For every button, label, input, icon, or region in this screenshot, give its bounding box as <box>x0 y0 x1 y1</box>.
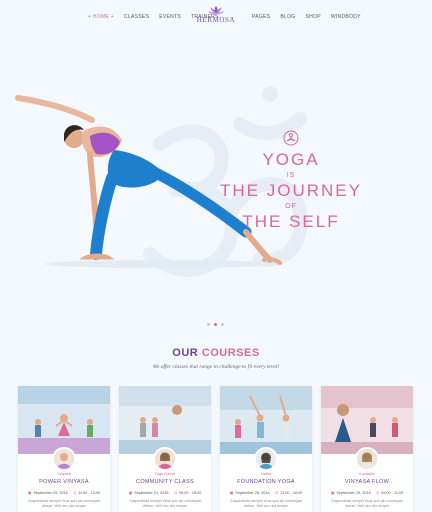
course-photo <box>321 386 413 454</box>
course-time-text: 13:00 - 16:00 <box>279 491 303 495</box>
course-category: Yoga Dance <box>154 472 176 476</box>
hero-slider: YOGA IS THE JOURNEY OF THE SELF <box>0 34 432 334</box>
calendar-icon: ▣ <box>27 491 32 495</box>
course-date: ▣ September 29, 2016 <box>331 490 371 495</box>
course-card[interactable]: Vinyasa POWER VINYASA ▣ September 29, 201… <box>18 386 110 512</box>
clock-icon: ◷ <box>274 491 278 495</box>
course-title[interactable]: COMMUNITY CLASS <box>119 479 211 485</box>
slider-dot[interactable] <box>207 323 210 326</box>
nav-home[interactable]: + HOME + <box>88 14 114 20</box>
clock-icon: ◷ <box>72 491 77 495</box>
clock-icon: ◷ <box>375 491 380 495</box>
courses-heading-our: OUR <box>172 347 199 359</box>
course-title[interactable]: POWER VINYASA <box>18 479 110 485</box>
course-description: Suspendisse semper risus quis lph conseq… <box>28 499 100 508</box>
course-time: ◷ 13:00 - 16:00 <box>275 490 303 495</box>
course-time: ◷ 09:00 - 11:00 <box>376 490 403 495</box>
nav-windbody[interactable]: WINDBODY <box>331 14 361 20</box>
headline-self: THE SELF <box>242 212 340 231</box>
nav-blog[interactable]: BLOG <box>280 14 295 20</box>
course-meta: ▣ September 29, 2016 ◷ 09:00 - 11:00 <box>321 490 413 495</box>
instructor-avatar <box>254 447 278 471</box>
course-description: Suspendisse semper risus quis lph conseq… <box>129 499 201 508</box>
site-logo[interactable]: HERMOSA <box>196 6 236 24</box>
clock-icon: ◷ <box>173 491 177 495</box>
calendar-icon: ▣ <box>330 491 335 495</box>
courses-subtitle: We offer classes that range in challenge… <box>152 364 280 370</box>
instructor-avatar <box>355 447 379 471</box>
course-date-text: September 29, 2016 <box>336 491 371 495</box>
headline-of: OF <box>285 203 297 210</box>
course-card[interactable]: Hatha FOUNDATION YOGA ▣ September 28, 201… <box>220 386 312 512</box>
headline-journey: THE JOURNEY <box>220 181 362 200</box>
logo-text: HERMOSA <box>196 16 236 24</box>
nav-shop[interactable]: SHOP <box>305 14 320 20</box>
course-date: ▣ September 28, 2016 <box>230 490 270 495</box>
course-photo <box>220 386 312 454</box>
instructor-avatar <box>153 447 177 471</box>
course-date-text: September 21, 2016 <box>134 491 169 495</box>
course-date: ▣ September 21, 2016 <box>129 490 169 495</box>
headline-is: IS <box>286 172 296 179</box>
lotus-icon <box>208 6 224 15</box>
course-meta: ▣ September 29, 2016 ◷ 11:00 - 13:00 <box>18 490 110 495</box>
course-title[interactable]: FOUNDATION YOGA <box>220 479 312 485</box>
course-time-text: 09:00 - 15:00 <box>178 491 202 495</box>
course-meta: ▣ September 28, 2016 ◷ 13:00 - 16:00 <box>220 490 312 495</box>
slider-dot[interactable] <box>221 323 224 326</box>
course-title[interactable]: VINYASA FLOW <box>321 479 413 485</box>
course-description: Suspendisse semper risus quis lph conseq… <box>331 499 403 508</box>
courses-heading-courses: COURSES <box>201 347 260 359</box>
nav-pages[interactable]: PAGES <box>252 14 270 20</box>
course-card[interactable]: Kundalini VINYASA FLOW ▣ September 29, 20… <box>321 386 413 512</box>
course-date: ▣ September 29, 2016 <box>28 490 68 495</box>
course-time: ◷ 11:00 - 13:00 <box>73 490 100 495</box>
slider-dots <box>207 323 224 326</box>
course-time: ◷ 09:00 - 15:00 <box>174 490 202 495</box>
course-card[interactable]: Yoga Dance COMMUNITY CLASS ▣ September 21… <box>119 386 211 512</box>
calendar-icon: ▣ <box>229 491 234 495</box>
course-photo <box>18 386 110 454</box>
course-time-text: 09:00 - 11:00 <box>381 491 404 495</box>
headline-yoga: YOGA <box>262 150 320 169</box>
course-cards: Vinyasa POWER VINYASA ▣ September 29, 201… <box>18 386 414 512</box>
hero-headline: YOGA IS THE JOURNEY OF THE SELF <box>210 130 372 232</box>
nav-right-group: PAGES BLOG SHOP WINDBODY <box>252 14 361 20</box>
main-nav: + HOME + CLASSES EVENTS TRAINERS HERMOSA… <box>0 0 432 34</box>
nav-classes[interactable]: CLASSES <box>124 14 149 20</box>
meditation-icon <box>283 130 299 146</box>
course-category: Hatha <box>260 472 272 476</box>
course-time-text: 11:00 - 13:00 <box>78 491 101 495</box>
course-date-text: September 28, 2016 <box>235 491 270 495</box>
course-category: Vinyasa <box>57 472 71 476</box>
slider-dot-active[interactable] <box>214 323 217 326</box>
course-category: Kundalini <box>359 472 375 476</box>
course-date-text: September 29, 2016 <box>33 491 68 495</box>
course-description: Suspendisse semper risus quis lph conseq… <box>230 499 302 508</box>
nav-events[interactable]: EVENTS <box>159 14 181 20</box>
calendar-icon: ▣ <box>128 491 133 495</box>
instructor-avatar <box>52 447 76 471</box>
course-meta: ▣ September 21, 2016 ◷ 09:00 - 15:00 <box>119 490 211 495</box>
courses-heading: OUR COURSES <box>0 347 432 359</box>
course-photo <box>119 386 211 454</box>
